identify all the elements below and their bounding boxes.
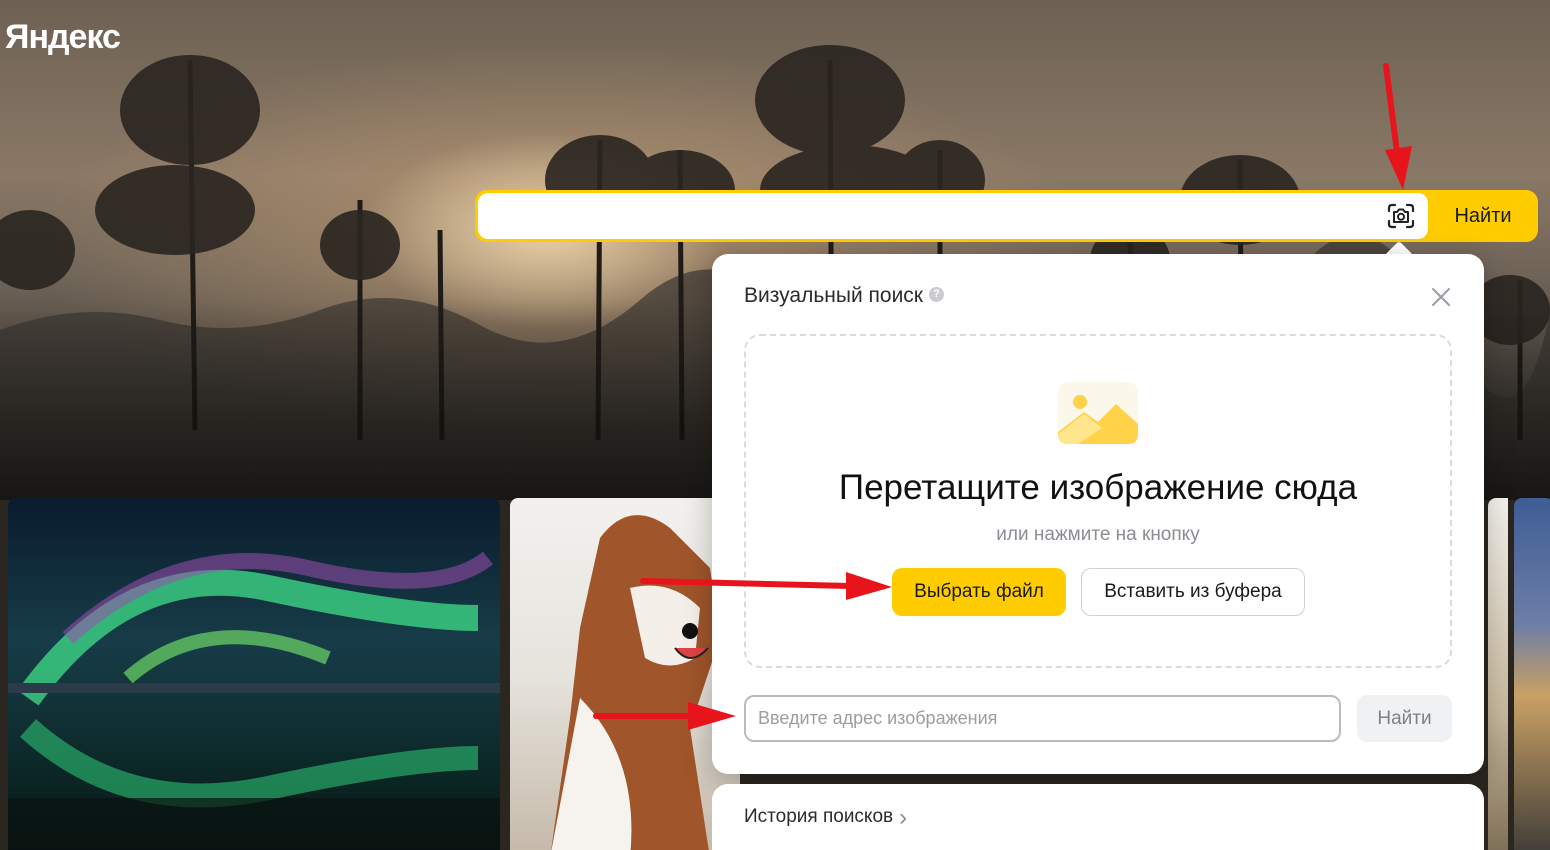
image-dropzone[interactable]: Перетащите изображение сюда или нажмите …	[744, 334, 1452, 668]
search-history-panel: История поисков ›	[712, 784, 1484, 850]
gallery-image-aurora[interactable]	[8, 498, 500, 850]
dropzone-title: Перетащите изображение сюда	[838, 468, 1358, 507]
gallery-image-city[interactable]	[1514, 498, 1550, 850]
close-icon[interactable]	[1428, 284, 1454, 310]
help-icon[interactable]: ?	[929, 286, 944, 302]
dropzone-subtitle: или нажмите на кнопку	[996, 524, 1200, 545]
visual-search-popup: Визуальный поиск? Перетащите изображение…	[712, 254, 1484, 774]
image-placeholder-icon	[1058, 382, 1138, 444]
search-bar: Найти	[475, 190, 1538, 242]
gallery-image-dog[interactable]	[510, 498, 740, 850]
choose-file-button[interactable]: Выбрать файл	[892, 568, 1066, 616]
search-input[interactable]	[478, 193, 1428, 239]
search-history-label: История поисков	[744, 806, 894, 827]
popup-title-text: Визуальный поиск	[744, 284, 923, 307]
chevron-right-icon: ›	[899, 803, 908, 831]
camera-icon[interactable]	[1383, 198, 1419, 234]
search-history-link[interactable]: История поисков ›	[744, 803, 908, 831]
search-button[interactable]: Найти	[1428, 190, 1538, 242]
popup-title: Визуальный поиск?	[744, 284, 944, 308]
paste-from-clipboard-button[interactable]: Вставить из буфера	[1081, 568, 1305, 616]
yandex-logo[interactable]: Яндекс	[5, 18, 121, 57]
url-search-button[interactable]: Найти	[1357, 695, 1452, 742]
image-url-input[interactable]	[744, 695, 1341, 742]
gallery-image-partial[interactable]	[1488, 498, 1508, 850]
